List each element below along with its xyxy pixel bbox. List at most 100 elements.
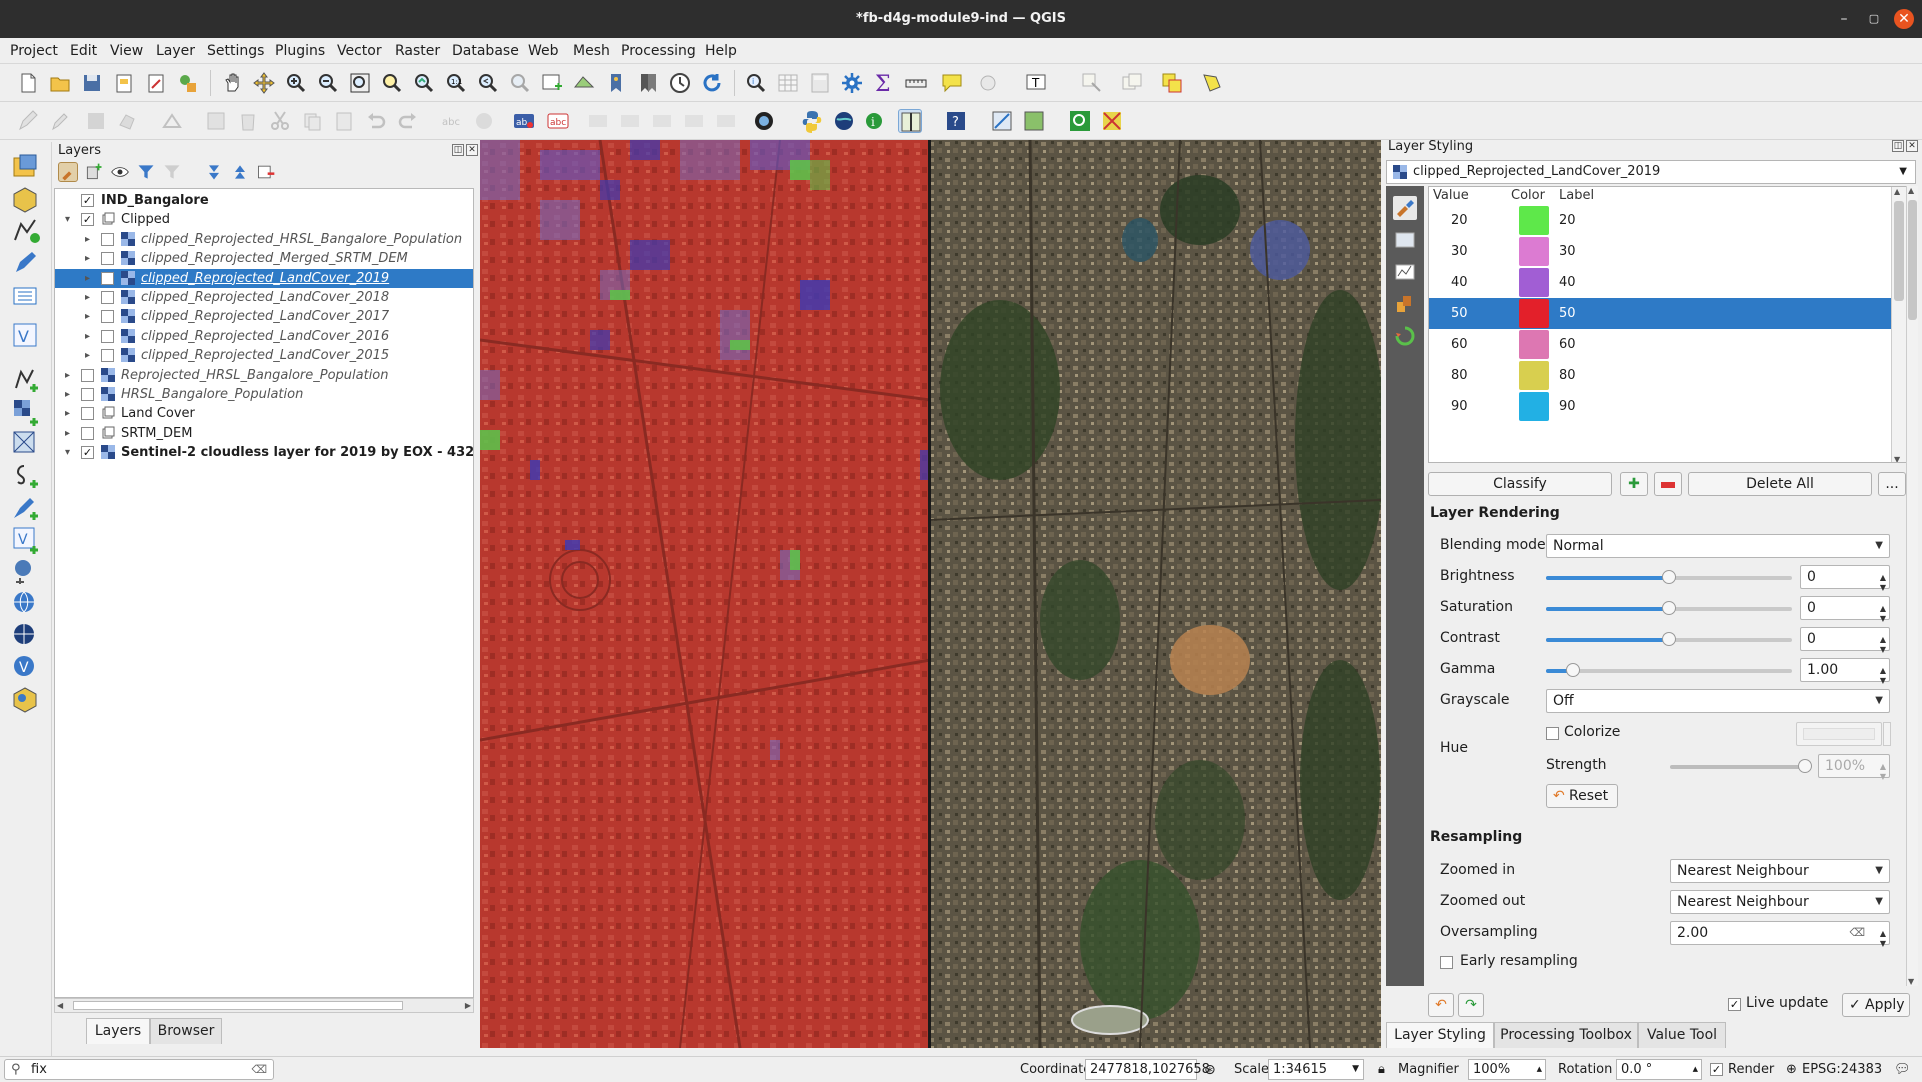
new-geopackage-icon[interactable] (10, 184, 40, 214)
class-color-swatch[interactable] (1519, 268, 1549, 297)
menu-project[interactable]: Project (10, 43, 58, 59)
rendering-icon[interactable] (1393, 292, 1417, 316)
select-features-icon[interactable] (976, 71, 1000, 95)
new-project-icon[interactable] (16, 71, 40, 95)
raster-tool-icon[interactable] (1100, 109, 1124, 133)
diagram-tool-icon[interactable] (472, 109, 496, 133)
menu-edit[interactable]: Edit (70, 43, 97, 59)
tab-processing-toolbox[interactable]: Processing Toolbox (1494, 1022, 1638, 1048)
map-canvas[interactable] (480, 140, 1381, 1048)
close-button[interactable]: ✕ (1894, 9, 1914, 29)
osm-plugin-icon[interactable] (752, 109, 776, 133)
colorize-dropdown[interactable] (1883, 722, 1891, 746)
menu-processing[interactable]: Processing (621, 43, 696, 59)
oversampling-spinbox[interactable]: 2.00 ⌫ ▲ ▼ (1670, 921, 1890, 948)
class-color-swatch[interactable] (1519, 392, 1549, 421)
layer-item[interactable]: ▸ clipped_Reprojected_Merged_SRTM_DEM (55, 249, 473, 268)
early-resampling-checkbox[interactable] (1440, 956, 1453, 969)
class-row[interactable]: 30 30 (1429, 236, 1891, 267)
add-postgis-icon[interactable]: V (10, 524, 40, 554)
open-project-icon[interactable] (48, 71, 72, 95)
add-mesh-layer-icon[interactable] (10, 428, 40, 458)
messages-icon[interactable]: 💬︎ (1894, 1062, 1911, 1077)
expand-arrow-icon[interactable]: ▸ (85, 230, 95, 249)
undo-icon[interactable] (364, 109, 388, 133)
quickmapservices-icon[interactable] (832, 109, 856, 133)
brightness-slider-handle[interactable] (1662, 570, 1676, 584)
gamma-slider-handle[interactable] (1566, 663, 1580, 677)
layer-item[interactable]: ▸ HRSL_Bangalore_Population (55, 385, 473, 404)
expand-arrow-icon[interactable]: ▸ (85, 249, 95, 268)
menu-plugins[interactable]: Plugins (275, 43, 325, 59)
add-wcs-layer-icon[interactable] (10, 620, 40, 650)
new-temporary-layer-icon[interactable] (10, 248, 40, 278)
class-color-swatch[interactable] (1519, 361, 1549, 390)
move-label-icon[interactable] (650, 109, 674, 133)
menu-raster[interactable]: Raster (395, 43, 440, 59)
tab-layers[interactable]: Layers (86, 1018, 150, 1044)
layer-item[interactable]: ▾ ✓ Clipped (55, 210, 473, 229)
gamma-slider[interactable] (1546, 663, 1792, 677)
add-raster-layer-icon[interactable] (10, 396, 40, 426)
more-options-button[interactable]: ... (1878, 472, 1906, 496)
data-source-manager-icon[interactable] (10, 152, 40, 182)
zoom-native-icon[interactable]: 1:1 (444, 71, 468, 95)
add-virtual-layer-icon[interactable] (10, 492, 40, 522)
processing-toolbox-icon[interactable] (840, 71, 864, 95)
close-panel-icon[interactable]: ✕ (466, 144, 478, 156)
zoomed-in-select[interactable]: Nearest Neighbour ▼ (1670, 859, 1890, 883)
tab-value-tool[interactable]: Value Tool (1638, 1022, 1726, 1048)
strength-slider[interactable] (1670, 759, 1812, 773)
rotation-spinbox[interactable]: 0.0 °▲▼ (1616, 1059, 1702, 1080)
classify-button[interactable]: Classify (1428, 472, 1612, 496)
text-annotation-icon[interactable]: T (1024, 71, 1048, 95)
contrast-spinbox[interactable]: 0 ▲ ▼ (1800, 627, 1890, 654)
contrast-slider-handle[interactable] (1662, 632, 1676, 646)
save-project-icon[interactable] (80, 71, 104, 95)
cut-features-icon[interactable] (268, 109, 292, 133)
strength-spinbox[interactable]: 100% ▲ ▼ (1818, 754, 1890, 781)
add-wfs-layer-icon[interactable] (10, 588, 40, 618)
help-icon[interactable]: ? (944, 109, 968, 133)
layer-item[interactable]: ✓ IND_Bangalore (55, 191, 473, 210)
zoom-last-icon[interactable] (476, 71, 500, 95)
layer-diagram-icon[interactable]: abc (546, 109, 570, 133)
layer-item[interactable]: ▸ clipped_Reprojected_LandCover_2015 (55, 346, 473, 365)
colorize-color-button[interactable] (1796, 722, 1882, 746)
expand-arrow-icon[interactable]: ▸ (85, 307, 95, 326)
measure-icon[interactable] (904, 71, 928, 95)
show-bookmarks-icon[interactable] (636, 71, 660, 95)
menu-settings[interactable]: Settings (207, 43, 264, 59)
layer-item[interactable]: ▸ Land Cover (55, 404, 473, 423)
minimize-button[interactable]: – (1834, 9, 1854, 29)
open-styling-icon[interactable] (58, 162, 78, 182)
expand-arrow-icon[interactable]: ▸ (65, 404, 75, 423)
georeferencer-icon[interactable] (990, 109, 1014, 133)
menu-help[interactable]: Help (705, 43, 737, 59)
new-3d-map-icon[interactable] (572, 71, 596, 95)
maximize-button[interactable]: ▢ (1864, 9, 1884, 29)
select-location-icon[interactable] (1160, 71, 1184, 95)
toggle-editing-icon[interactable] (48, 109, 72, 133)
layer-item[interactable]: ▸ Reprojected_HRSL_Bangalore_Population (55, 366, 473, 385)
blending-mode-select[interactable]: Normal ▼ (1546, 534, 1890, 558)
magnifier-spinbox[interactable]: 100%▲▼ (1468, 1059, 1546, 1080)
layer-labeling-icon[interactable]: ab (512, 109, 536, 133)
remove-layer-icon[interactable] (256, 162, 276, 182)
float-panel-icon[interactable]: ◫ (452, 144, 464, 156)
layer-visibility-checkbox[interactable]: ✓ (81, 194, 94, 207)
menu-web[interactable]: Web (528, 43, 559, 59)
current-edits-icon[interactable] (16, 109, 40, 133)
tab-browser[interactable]: Browser (150, 1018, 222, 1044)
filter-expression-icon[interactable] (162, 162, 182, 182)
add-group-icon[interactable] (84, 162, 104, 182)
expand-arrow-icon[interactable]: ▸ (65, 424, 75, 443)
add-wms-layer-icon[interactable] (10, 556, 40, 586)
live-update-checkbox[interactable]: ✓ (1728, 998, 1741, 1011)
clear-icon[interactable]: ⌫ (251, 1060, 267, 1079)
rotate-label-icon[interactable] (682, 109, 706, 133)
symbology-icon[interactable] (1393, 196, 1417, 220)
style-manager-icon[interactable] (176, 71, 200, 95)
expand-arrow-icon[interactable]: ▸ (85, 327, 95, 346)
collapse-arrow-icon[interactable]: ▾ (65, 210, 75, 229)
